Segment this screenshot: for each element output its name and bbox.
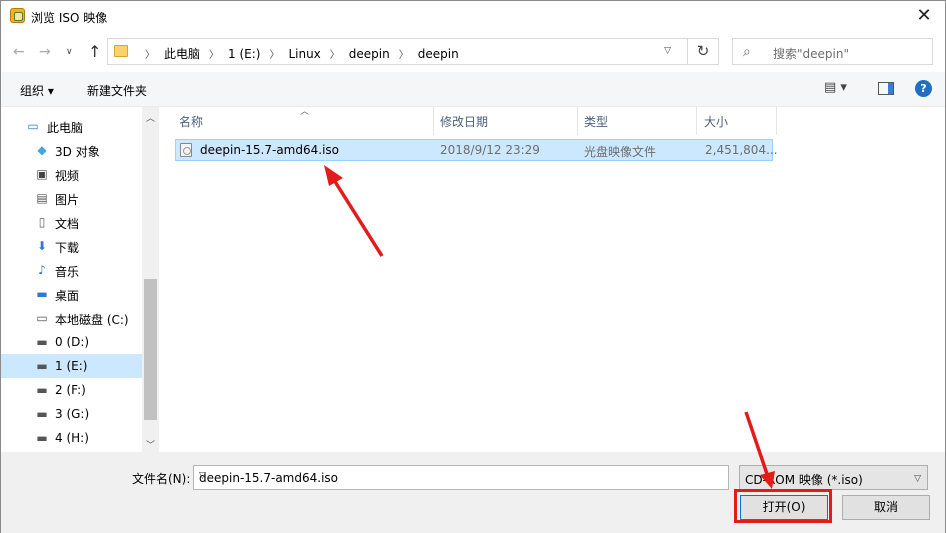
document-icon: ▯ (38, 215, 46, 229)
back-arrow-icon[interactable]: ← (13, 44, 25, 60)
file-name: deepin-15.7-amd64.iso (200, 143, 339, 157)
recent-locations-chevron-icon[interactable]: ∨ (66, 47, 73, 57)
disk-icon: ▭ (36, 311, 48, 325)
breadcrumb: 〉此电脑〉 1 (E:) 〉 Linux 〉 deepin 〉 deepin (136, 45, 459, 62)
filetype-value: CD-ROM 映像 (*.iso) (745, 473, 863, 487)
sidebar-item-drive-f[interactable]: ▬ 2 (F:) (1, 378, 142, 402)
filename-input[interactable]: deepin-15.7-amd64.iso ▽ (193, 465, 729, 490)
new-folder-button[interactable]: 新建文件夹 (87, 82, 147, 99)
scroll-down-chevron-icon[interactable]: ﹀ (146, 438, 155, 451)
download-icon: ⬇ (36, 239, 48, 253)
sidebar-item-3d-objects[interactable]: ◆ 3D 对象 (1, 138, 142, 162)
computer-icon: ▭ (27, 119, 39, 133)
column-divider[interactable] (577, 107, 578, 135)
search-placeholder: 搜索"deepin" (773, 47, 849, 61)
scroll-up-chevron-icon[interactable]: ︿ (146, 111, 155, 124)
window-title: 浏览 ISO 映像 (31, 11, 108, 25)
iso-file-icon (180, 143, 192, 157)
breadcrumb-item[interactable]: deepin (418, 47, 459, 61)
sidebar-item-drive-d[interactable]: ▬ 0 (D:) (1, 330, 142, 354)
breadcrumb-separator-icon[interactable]: 〉 (209, 46, 219, 61)
sidebar-item-desktop[interactable]: ▬ 桌面 (1, 282, 142, 306)
view-options-icon[interactable]: ▤ ▾ (824, 80, 847, 95)
desktop-icon: ▬ (36, 287, 48, 301)
drive-icon: ▬ (36, 359, 48, 373)
sidebar-item-drive-g[interactable]: ▬ 3 (G:) (1, 402, 142, 426)
cube-icon: ◆ (37, 143, 47, 157)
app-icon (10, 8, 25, 23)
sidebar-item-this-pc[interactable]: ▭ 此电脑 (1, 114, 142, 138)
cancel-button[interactable]: 取消 (842, 495, 930, 520)
filetype-dropdown-icon[interactable]: ▽ (914, 474, 921, 484)
preview-pane-icon[interactable] (878, 82, 894, 95)
sidebar-scrollbar[interactable]: ︿ ﹀ (142, 107, 159, 452)
column-header-type[interactable]: 类型 (584, 113, 608, 130)
breadcrumb-separator-icon[interactable]: 〉 (399, 46, 409, 61)
column-header-name[interactable]: 名称 (179, 113, 203, 130)
sidebar-item-downloads[interactable]: ⬇ 下载 (1, 234, 142, 258)
navigation-pane: ▭ 此电脑 ◆ 3D 对象 ▣ 视频 ▤ 图片 ▯ 文档 ⬇ 下载 ♪ 音乐 ▬ (1, 107, 159, 452)
picture-icon: ▤ (36, 191, 48, 205)
column-divider[interactable] (776, 107, 777, 135)
sidebar-item-pictures[interactable]: ▤ 图片 (1, 186, 142, 210)
sidebar-item-drive-h[interactable]: ▬ 4 (H:) (1, 426, 142, 450)
sidebar-item-videos[interactable]: ▣ 视频 (1, 162, 142, 186)
sidebar-item-drive-e[interactable]: ▬ 1 (E:) (1, 354, 142, 378)
file-size: 2,451,804... (705, 143, 778, 157)
filename-label: 文件名(N): (132, 472, 191, 486)
video-icon: ▣ (36, 167, 48, 181)
refresh-button[interactable]: ↻ (687, 38, 719, 65)
column-header-size[interactable]: 大小 (704, 113, 728, 130)
drive-icon: ▬ (36, 383, 48, 397)
breadcrumb-item[interactable]: 此电脑 (164, 45, 200, 62)
file-type: 光盘映像文件 (584, 145, 657, 159)
toolbar: 组织 ▾ 新建文件夹 ▤ ▾ ? (1, 72, 945, 107)
file-dialog: 浏览 ISO 映像 ✕ ← → ∨ ↑ 〉此电脑〉 1 (E:) 〉 Linux 〉 de… (0, 0, 946, 533)
drive-icon: ▬ (36, 431, 48, 445)
close-button[interactable]: ✕ (913, 6, 935, 26)
column-header-modified[interactable]: 修改日期 (440, 113, 488, 130)
breadcrumb-item[interactable]: deepin (349, 47, 390, 61)
title-bar: 浏览 ISO 映像 ✕ (1, 1, 945, 32)
up-arrow-icon[interactable]: ↑ (88, 42, 101, 61)
folder-icon (114, 45, 128, 57)
breadcrumb-separator-icon[interactable]: 〉 (269, 46, 279, 61)
navigation-row: ← → ∨ ↑ 〉此电脑〉 1 (E:) 〉 Linux 〉 deepin 〉 deepin … (1, 32, 945, 72)
forward-arrow-icon[interactable]: → (39, 44, 51, 60)
column-divider[interactable] (433, 107, 434, 135)
search-icon: ⌕ (743, 44, 751, 60)
organize-button[interactable]: 组织 ▾ (20, 82, 54, 99)
sidebar-item-music[interactable]: ♪ 音乐 (1, 258, 142, 282)
file-list: ︿ 名称 修改日期 类型 大小 deepin-15.7-amd64.iso 20… (159, 107, 945, 452)
sort-ascending-icon: ︿ (300, 107, 310, 117)
filename-dropdown-icon[interactable]: ▽ (199, 471, 724, 481)
breadcrumb-item[interactable]: 1 (E:) (228, 47, 260, 61)
address-dropdown-icon[interactable]: ▽ (664, 46, 671, 56)
help-icon[interactable]: ? (915, 80, 932, 97)
address-bar[interactable]: 〉此电脑〉 1 (E:) 〉 Linux 〉 deepin 〉 deepin ▽ (107, 38, 688, 65)
file-modified: 2018/9/12 23:29 (440, 143, 540, 157)
music-icon: ♪ (38, 263, 46, 277)
column-divider[interactable] (696, 107, 697, 135)
scrollbar-thumb[interactable] (144, 279, 157, 420)
sidebar-item-local-disk-c[interactable]: ▭ 本地磁盘 (C:) (1, 306, 142, 330)
file-row[interactable]: deepin-15.7-amd64.iso 2018/9/12 23:29 光盘… (175, 139, 778, 161)
breadcrumb-separator-icon[interactable]: 〉 (145, 46, 155, 61)
breadcrumb-item[interactable]: Linux (288, 47, 320, 61)
annotation-highlight-box (734, 489, 832, 523)
drive-icon: ▬ (36, 407, 48, 421)
search-input[interactable]: ⌕ 搜索"deepin" (732, 38, 933, 65)
filetype-select[interactable]: CD-ROM 映像 (*.iso) ▽ (739, 465, 928, 490)
breadcrumb-separator-icon[interactable]: 〉 (330, 46, 340, 61)
drive-icon: ▬ (36, 335, 48, 349)
sidebar-item-documents[interactable]: ▯ 文档 (1, 210, 142, 234)
